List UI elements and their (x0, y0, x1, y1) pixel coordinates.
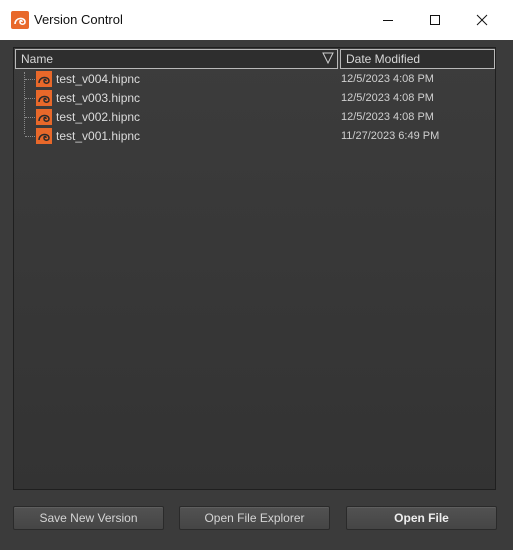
file-list[interactable]: Name Date Modified test_v004.hipnc 12/5/… (13, 47, 496, 490)
tree-branch (25, 79, 35, 80)
column-header-date-modified[interactable]: Date Modified (340, 49, 495, 69)
close-icon (476, 14, 488, 26)
houdini-file-icon (36, 128, 52, 144)
file-name: test_v001.hipnc (56, 129, 141, 143)
window-title: Version Control (34, 12, 123, 27)
houdini-file-icon (36, 71, 52, 87)
file-row[interactable]: test_v002.hipnc 12/5/2023 4:08 PM (14, 108, 495, 127)
maximize-icon (430, 15, 440, 25)
houdini-file-icon (36, 90, 52, 106)
file-row[interactable]: test_v001.hipnc 11/27/2023 6:49 PM (14, 127, 495, 146)
file-name: test_v003.hipnc (56, 91, 141, 105)
open-file-explorer-button[interactable]: Open File Explorer (179, 506, 330, 530)
column-header-name[interactable]: Name (15, 49, 338, 69)
file-date: 11/27/2023 6:49 PM (341, 130, 440, 142)
houdini-file-icon (36, 109, 52, 125)
houdini-app-icon (11, 11, 29, 29)
file-date: 12/5/2023 4:08 PM (341, 73, 434, 85)
save-new-version-button[interactable]: Save New Version (13, 506, 164, 530)
title-bar[interactable]: Version Control (0, 0, 513, 41)
column-header-date-label: Date Modified (346, 52, 421, 66)
close-button[interactable] (459, 0, 505, 40)
file-row[interactable]: test_v004.hipnc 12/5/2023 4:08 PM (14, 70, 495, 89)
minimize-button[interactable] (365, 0, 411, 40)
tree-branch (25, 136, 35, 137)
file-row[interactable]: test_v003.hipnc 12/5/2023 4:08 PM (14, 89, 495, 108)
file-date: 12/5/2023 4:08 PM (341, 111, 434, 123)
file-name: test_v002.hipnc (56, 110, 141, 124)
window-body: Name Date Modified test_v004.hipnc 12/5/… (0, 40, 513, 550)
column-header-name-label: Name (21, 52, 54, 66)
sort-descending-icon (322, 52, 334, 64)
open-file-button[interactable]: Open File (346, 506, 497, 530)
file-name: test_v004.hipnc (56, 72, 141, 86)
tree-branch (25, 98, 35, 99)
maximize-button[interactable] (412, 0, 458, 40)
file-date: 12/5/2023 4:08 PM (341, 92, 434, 104)
minimize-icon (383, 20, 393, 21)
tree-branch (25, 117, 35, 118)
